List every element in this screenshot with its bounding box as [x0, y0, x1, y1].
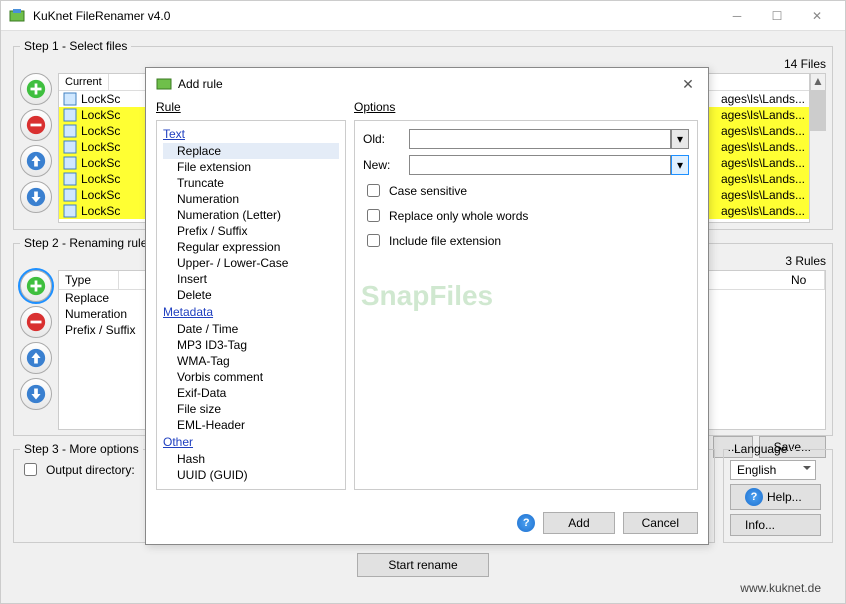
new-label: New: — [363, 158, 403, 172]
tree-item[interactable]: Regular expression — [163, 239, 339, 255]
remove-files-button[interactable] — [20, 109, 52, 141]
cat-metadata: Metadata — [163, 305, 339, 319]
file-icon — [63, 188, 77, 202]
window-title: KuKnet FileRenamer v4.0 — [33, 9, 717, 23]
file-icon — [63, 124, 77, 138]
tree-item[interactable]: MP3 ID3-Tag — [163, 337, 339, 353]
case-sensitive-checkbox[interactable] — [367, 184, 380, 197]
maximize-button[interactable]: ☐ — [757, 2, 797, 30]
tree-item[interactable]: File size — [163, 401, 339, 417]
info-button[interactable]: Info... — [730, 514, 821, 536]
tree-item[interactable]: Hash — [163, 451, 339, 467]
include-ext-label: Include file extension — [389, 234, 501, 248]
app-window: KuKnet FileRenamer v4.0 ─ ☐ ✕ Step 1 - S… — [0, 0, 846, 604]
whole-words-checkbox[interactable] — [367, 209, 380, 222]
dialog-icon — [156, 76, 172, 92]
tree-item[interactable]: Insert — [163, 271, 339, 287]
rule-tree[interactable]: Text ReplaceFile extensionTruncateNumera… — [156, 120, 346, 490]
app-icon — [9, 8, 25, 24]
step1-legend: Step 1 - Select files — [24, 39, 127, 53]
rule-header: Rule — [156, 100, 346, 114]
file-count: 14 Files — [784, 57, 826, 71]
add-rule-dialog: Add rule ✕ Rule Text ReplaceFile extensi… — [145, 67, 709, 545]
output-dir-checkbox[interactable] — [24, 463, 37, 476]
tree-item[interactable]: Vorbis comment — [163, 369, 339, 385]
options-header: Options — [354, 100, 698, 114]
rule-down-button[interactable] — [20, 378, 52, 410]
cat-text: Text — [163, 127, 339, 141]
close-button[interactable]: ✕ — [797, 2, 837, 30]
tree-item[interactable]: Delete — [163, 287, 339, 303]
move-up-button[interactable] — [20, 145, 52, 177]
tree-item[interactable]: WMA-Tag — [163, 353, 339, 369]
file-icon — [63, 140, 77, 154]
tree-item[interactable]: Numeration — [163, 191, 339, 207]
new-input[interactable] — [409, 155, 671, 175]
new-dropdown-button[interactable]: ▾ — [671, 155, 689, 175]
add-rule-button[interactable] — [20, 270, 52, 302]
dialog-add-button[interactable]: Add — [543, 512, 614, 534]
help-button[interactable]: ?Help... — [730, 484, 821, 510]
dialog-close-button[interactable]: ✕ — [678, 74, 698, 94]
col-no: No — [785, 271, 825, 289]
file-icon — [63, 92, 77, 106]
tree-item[interactable]: Truncate — [163, 175, 339, 191]
dialog-help-icon[interactable]: ? — [517, 514, 535, 532]
tree-item[interactable]: Upper- / Lower-Case — [163, 255, 339, 271]
file-icon — [63, 156, 77, 170]
case-sensitive-label: Case sensitive — [389, 184, 467, 198]
remove-rule-button[interactable] — [20, 306, 52, 338]
titlebar: KuKnet FileRenamer v4.0 ─ ☐ ✕ — [1, 1, 845, 31]
footer-url: www.kuknet.de — [740, 581, 821, 595]
step3-legend: Step 3 - More options — [24, 442, 139, 456]
minimize-button[interactable]: ─ — [717, 2, 757, 30]
whole-words-label: Replace only whole words — [389, 209, 528, 223]
move-down-button[interactable] — [20, 181, 52, 213]
col-type: Type — [59, 271, 119, 289]
start-rename-button[interactable]: Start rename — [357, 553, 488, 577]
col-current: Current — [59, 74, 109, 90]
files-scrollbar[interactable]: ▲ — [810, 73, 826, 131]
tree-item[interactable]: EML-Header — [163, 417, 339, 433]
cat-other: Other — [163, 435, 339, 449]
tree-item[interactable]: Numeration (Letter) — [163, 207, 339, 223]
file-icon — [63, 172, 77, 186]
output-dir-label: Output directory: — [46, 463, 135, 477]
dialog-cancel-button[interactable]: Cancel — [623, 512, 698, 534]
help-icon: ? — [745, 488, 763, 506]
old-dropdown-button[interactable]: ▾ — [671, 129, 689, 149]
tree-item[interactable]: File extension — [163, 159, 339, 175]
language-group: Language English ?Help... Info... — [723, 442, 833, 543]
file-icon — [63, 204, 77, 218]
tree-item[interactable]: Prefix / Suffix — [163, 223, 339, 239]
old-label: Old: — [363, 132, 403, 146]
old-input[interactable] — [409, 129, 671, 149]
file-icon — [63, 108, 77, 122]
tree-item[interactable]: Date / Time — [163, 321, 339, 337]
include-ext-checkbox[interactable] — [367, 234, 380, 247]
rule-up-button[interactable] — [20, 342, 52, 374]
tree-item[interactable]: Exif-Data — [163, 385, 339, 401]
language-label: Language — [734, 442, 787, 456]
step2-legend: Step 2 - Renaming rules — [24, 236, 153, 250]
tree-item[interactable]: UUID (GUID) — [163, 467, 339, 483]
tree-item[interactable]: Replace — [163, 143, 339, 159]
add-files-button[interactable] — [20, 73, 52, 105]
dialog-title: Add rule — [178, 77, 678, 91]
rules-count: 3 Rules — [785, 254, 826, 268]
language-select[interactable]: English — [730, 460, 816, 480]
